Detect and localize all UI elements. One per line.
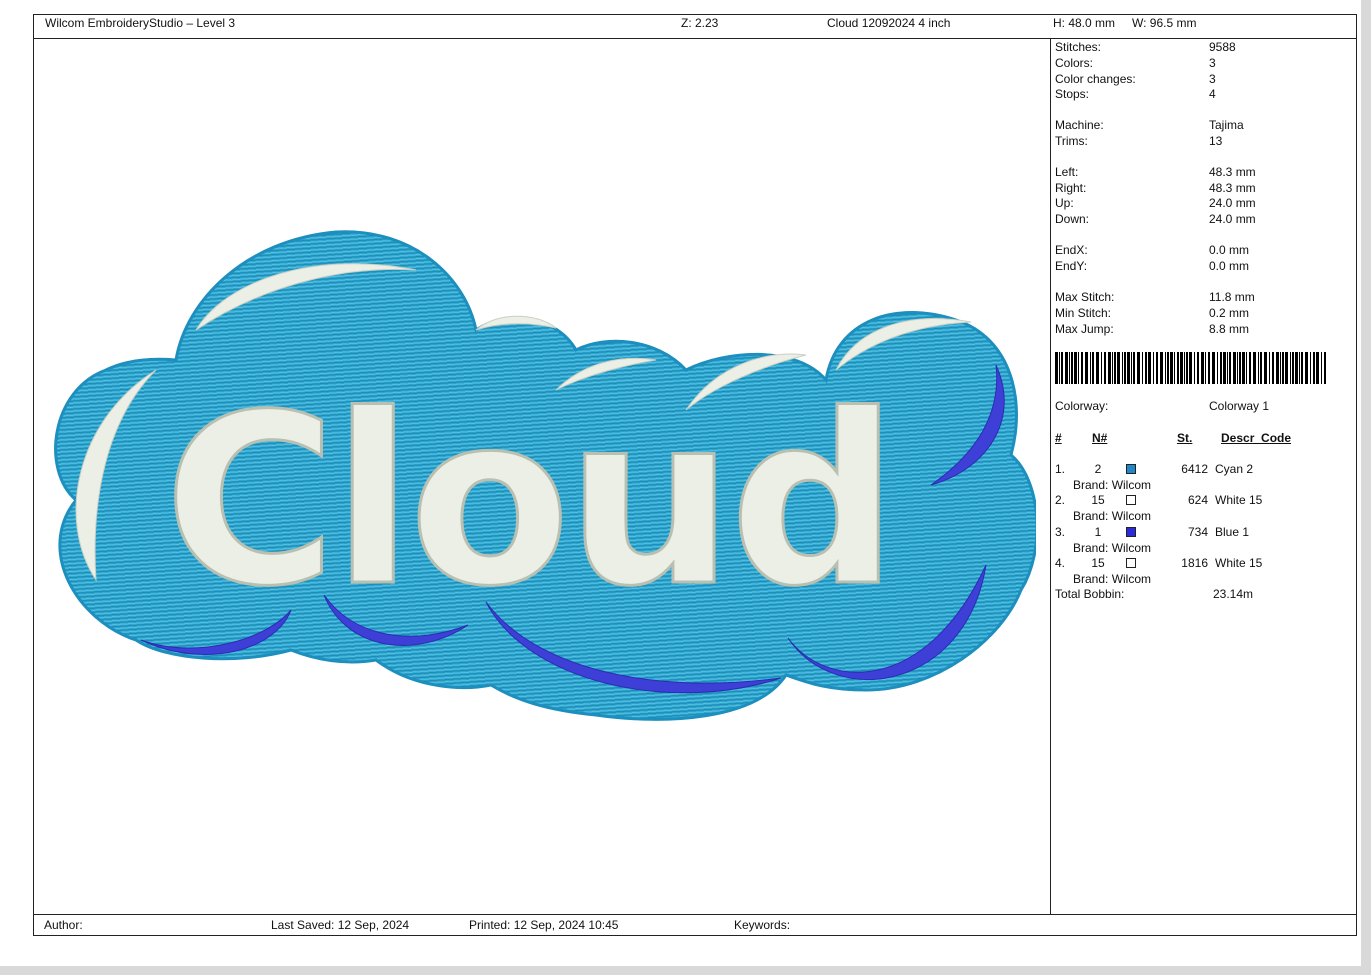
stat-value: 0.2 mm: [1209, 306, 1250, 320]
color-row-needle: 2: [1094, 462, 1102, 476]
stat-value: 48.3 mm: [1209, 165, 1256, 179]
color-row-brand: Brand: Wilcom: [1073, 509, 1152, 523]
total-bobbin-value: 23.14m: [1213, 587, 1254, 601]
color-row-brand: Brand: Wilcom: [1073, 541, 1152, 555]
footer-keywords: Keywords:: [734, 918, 791, 932]
page-shadow-right: [1361, 0, 1371, 975]
color-row-index: 4.: [1055, 556, 1066, 570]
color-row-descr: White 15: [1215, 556, 1263, 570]
col-header-stitches: St.: [1177, 431, 1193, 445]
color-row-stitches: 734: [1187, 525, 1208, 539]
design-preview: Cloud: [54, 230, 1036, 721]
header-divider: [33, 38, 1357, 39]
color-row-needle: 1: [1094, 525, 1102, 539]
stat-value: 13: [1209, 134, 1223, 148]
stat-value: 8.8 mm: [1209, 322, 1250, 336]
stat-label: EndY:: [1055, 259, 1088, 273]
stat-value: 11.8 mm: [1209, 290, 1255, 304]
total-bobbin-label: Total Bobbin:: [1055, 587, 1125, 601]
footer-last-saved: Last Saved: 12 Sep, 2024: [271, 918, 410, 932]
stat-value: 4: [1209, 87, 1216, 101]
stat-label: Right:: [1055, 181, 1087, 195]
color-swatch: [1126, 527, 1136, 537]
stat-label: Max Jump:: [1055, 322, 1114, 336]
stat-label: Stitches:: [1055, 40, 1102, 54]
color-swatch: [1126, 558, 1136, 568]
footer-author: Author:: [44, 918, 83, 932]
app-title: Wilcom EmbroideryStudio – Level 3: [45, 16, 236, 30]
stat-value: 0.0 mm: [1209, 243, 1250, 257]
stat-label: Machine:: [1055, 118, 1104, 132]
col-header-index: #: [1055, 431, 1062, 445]
stat-label: Colors:: [1055, 56, 1094, 70]
color-row-descr: Cyan 2: [1215, 462, 1254, 476]
barcode-bars: [1055, 352, 1326, 384]
design-lettering: Cloud: [164, 365, 894, 638]
stat-value: Tajima: [1209, 118, 1244, 132]
design-width: W: 96.5 mm: [1132, 16, 1197, 30]
color-row-descr: White 15: [1215, 493, 1263, 507]
stat-value: 9588: [1209, 40, 1236, 54]
stat-value: 3: [1209, 72, 1216, 86]
color-row-needle: 15: [1091, 556, 1105, 570]
color-row-needle: 15: [1091, 493, 1105, 507]
footer-printed: Printed: 12 Sep, 2024 10:45: [469, 918, 619, 932]
stat-label: Color changes:: [1055, 72, 1136, 86]
stat-label: Min Stitch:: [1055, 306, 1112, 320]
color-row-stitches: 6412: [1181, 462, 1208, 476]
stat-label: Stops:: [1055, 87, 1090, 101]
barcode: [1055, 352, 1327, 384]
color-row-stitches: 624: [1187, 493, 1208, 507]
stat-label: Left:: [1055, 165, 1079, 179]
color-row-stitches: 1816: [1181, 556, 1208, 570]
stat-value: 24.0 mm: [1209, 196, 1256, 210]
col-header-n: N#: [1092, 431, 1108, 445]
design-name: Cloud 12092024 4 inch: [827, 16, 951, 30]
color-row-brand: Brand: Wilcom: [1073, 572, 1152, 586]
zoom-level: Z: 2.23: [681, 16, 719, 30]
color-row-index: 2.: [1055, 493, 1066, 507]
color-row-index: 3.: [1055, 525, 1066, 539]
colorway-value: Colorway 1: [1209, 399, 1270, 413]
stat-value: 24.0 mm: [1209, 212, 1256, 226]
stat-value: 0.0 mm: [1209, 259, 1250, 273]
stat-label: Down:: [1055, 212, 1090, 226]
design-height: H: 48.0 mm: [1053, 16, 1116, 30]
info-panel-divider: [1050, 38, 1051, 915]
color-swatch: [1126, 495, 1136, 505]
color-row-index: 1.: [1055, 462, 1066, 476]
page-shadow-bottom: [0, 966, 1371, 975]
color-swatch: [1126, 464, 1136, 474]
stat-value: 48.3 mm: [1209, 181, 1256, 195]
col-header-descr: Descr_Code: [1221, 431, 1292, 445]
stat-label: Max Stitch:: [1055, 290, 1115, 304]
stat-label: Up:: [1055, 196, 1074, 210]
stat-label: EndX:: [1055, 243, 1088, 257]
stat-label: Trims:: [1055, 134, 1088, 148]
color-row-brand: Brand: Wilcom: [1073, 478, 1152, 492]
color-row-descr: Blue 1: [1215, 525, 1250, 539]
stat-value: 3: [1209, 56, 1216, 70]
footer-divider: [33, 914, 1357, 915]
colorway-label: Colorway:: [1055, 399, 1109, 413]
